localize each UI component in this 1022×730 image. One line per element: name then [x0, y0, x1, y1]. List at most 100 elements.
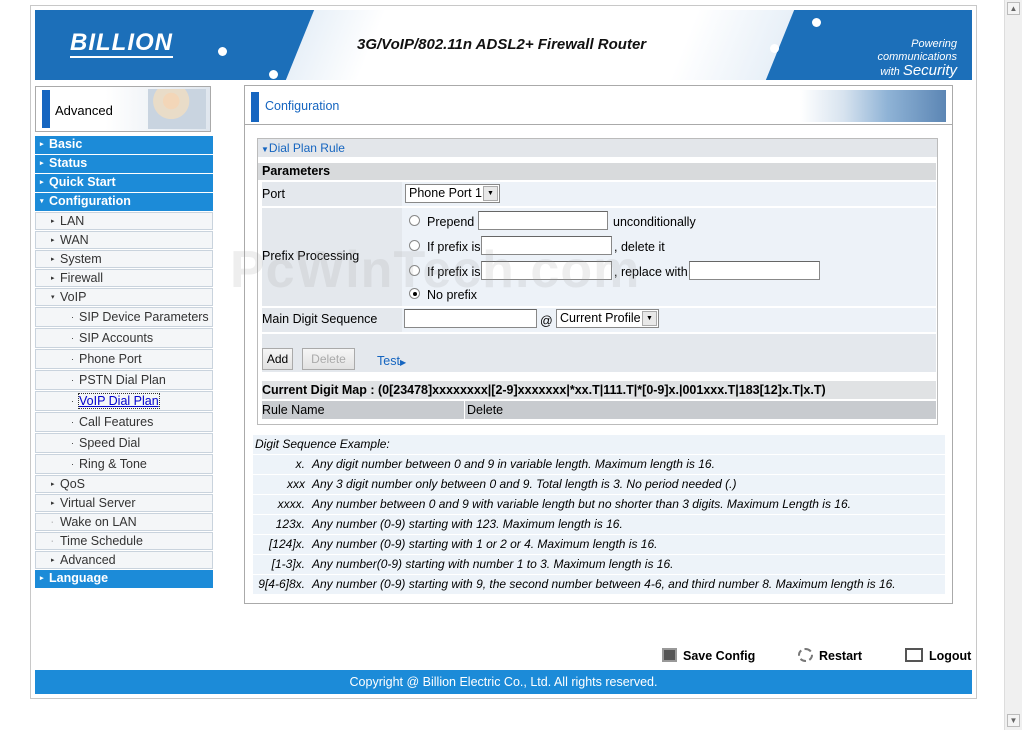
port-select[interactable]: Phone Port 1 ▼ — [405, 184, 500, 203]
sidebar-item-wan[interactable]: ▸ WAN — [35, 231, 213, 249]
prepend-label: Prepend — [427, 215, 475, 229]
accent-bar — [251, 92, 259, 122]
sidebar-item-firewall[interactable]: ▸ Firewall — [35, 269, 213, 287]
sidebar-item-language[interactable]: ▸ Language — [35, 570, 213, 588]
sidebar-item-voip[interactable]: ▾ VoIP — [35, 288, 213, 306]
sidebar-item-label: SIP Device Parameters — [79, 310, 209, 324]
prepend-radio[interactable] — [409, 215, 420, 226]
delete-it-label: , delete it — [614, 240, 665, 254]
section-header[interactable]: ▼Dial Plan Rule — [258, 139, 937, 157]
replace-with-input[interactable] — [689, 261, 820, 280]
advanced-label: Advanced — [55, 103, 113, 118]
nav-arrow-icon: · — [71, 459, 74, 469]
example-row: [1-3]x. Any number(0-9) starting with num… — [253, 555, 945, 574]
sidebar-item-basic[interactable]: ▸ Basic — [35, 136, 213, 154]
banner-dot-icon — [218, 47, 227, 56]
col-delete: Delete — [467, 403, 504, 417]
sidebar-item-sip-device-parameters[interactable]: · SIP Device Parameters — [35, 307, 213, 327]
logout-button[interactable]: Logout — [905, 648, 971, 663]
port-row: Port — [262, 182, 936, 206]
nav-arrow-icon: ▸ — [51, 481, 55, 488]
sidebar-item-sip-accounts[interactable]: · SIP Accounts — [35, 328, 213, 348]
example-description: Any number (0-9) starting with 123. Maxi… — [312, 517, 623, 531]
powering-tagline: Powering communications with Security — [847, 38, 957, 79]
nav-arrow-icon: ▸ — [51, 557, 55, 564]
example-row: xxx Any 3 digit number only between 0 and… — [253, 475, 945, 494]
banner-dot-icon — [770, 44, 779, 53]
restart-icon — [798, 648, 813, 662]
example-row: [124]x. Any number (0-9) starting with 1 … — [253, 535, 945, 554]
sidebar-item-label: Ring & Tone — [79, 457, 147, 471]
delete-prefix-radio[interactable] — [409, 240, 420, 251]
office-photo — [800, 90, 946, 122]
delete-button[interactable]: Delete — [302, 348, 355, 370]
sidebar-item-label: Speed Dial — [79, 436, 141, 450]
test-link[interactable]: Test▶ — [377, 354, 406, 368]
sidebar-item-phone-port[interactable]: · Phone Port — [35, 349, 213, 369]
logout-icon — [905, 648, 923, 662]
parameters-header: Parameters — [258, 163, 936, 180]
sidebar-item-wake-on-lan[interactable]: · Wake on LAN — [35, 513, 213, 531]
sidebar-item-label: Status — [49, 156, 88, 170]
sidebar-item-advanced[interactable]: ▸ Advanced — [35, 551, 213, 569]
sidebar-item-quick-start[interactable]: ▸ Quick Start — [35, 174, 213, 192]
floppy-disk-icon — [662, 648, 677, 662]
example-pattern: 123x. — [275, 517, 305, 531]
scroll-up-icon[interactable]: ▲ — [1007, 2, 1020, 15]
sidebar-item-label: SIP Accounts — [79, 331, 154, 345]
no-prefix-radio[interactable] — [409, 288, 420, 299]
nav-arrow-icon: ▸ — [40, 179, 44, 186]
save-config-button[interactable]: Save Config — [662, 648, 755, 663]
replace-prefix-radio[interactable] — [409, 265, 420, 276]
banner-dot-icon — [812, 18, 821, 27]
sidebar-item-time-schedule[interactable]: · Time Schedule — [35, 532, 213, 550]
example-pattern: 9[4-6]8x. — [258, 577, 305, 591]
nav-arrow-icon: · — [71, 375, 74, 385]
nav-arrow-icon: · — [51, 519, 54, 526]
example-pattern: xxx — [287, 477, 305, 491]
example-description: Any number(0-9) starting with number 1 t… — [312, 557, 674, 571]
footer: Copyright @ Billion Electric Co., Ltd. A… — [35, 670, 972, 694]
sidebar-item-qos[interactable]: ▸ QoS — [35, 475, 213, 493]
sidebar-item-ring-tone[interactable]: · Ring & Tone — [35, 454, 213, 474]
nav-arrow-icon: ▾ — [51, 294, 55, 301]
nav-arrow-icon: · — [71, 312, 74, 322]
sidebar-item-label: Time Schedule — [60, 534, 143, 548]
sidebar-item-label: Advanced — [60, 553, 116, 567]
rule-table-header: Rule Name Delete — [262, 401, 936, 419]
profile-select[interactable]: Current Profile ▼ — [556, 309, 659, 328]
replace-prefix-input[interactable] — [481, 261, 612, 280]
restart-button[interactable]: Restart — [798, 648, 862, 663]
sidebar-item-pstn-dial-plan[interactable]: · PSTN Dial Plan — [35, 370, 213, 390]
port-label: Port — [262, 187, 285, 201]
sidebar-item-status[interactable]: ▸ Status — [35, 155, 213, 173]
nav-arrow-icon: ▸ — [40, 141, 44, 148]
sidebar-item-system[interactable]: ▸ System — [35, 250, 213, 268]
nav-arrow-icon: · — [51, 538, 54, 545]
scroll-down-icon[interactable]: ▼ — [1007, 714, 1020, 727]
example-row: xxxx. Any number between 0 and 9 with var… — [253, 495, 945, 514]
prepend-input[interactable] — [478, 211, 608, 230]
profile-value: Current Profile — [560, 311, 641, 325]
vertical-scrollbar[interactable]: ▲ ▼ — [1004, 0, 1022, 730]
sidebar-item-virtual-server[interactable]: ▸ Virtual Server — [35, 494, 213, 512]
sidebar-item-lan[interactable]: ▸ LAN — [35, 212, 213, 230]
sidebar-item-configuration[interactable]: ▾ Configuration — [35, 193, 213, 211]
sidebar-item-voip-dial-plan[interactable]: · VoIP Dial Plan — [35, 391, 213, 411]
nav-arrow-icon: · — [71, 417, 74, 427]
tagline-with: with — [880, 66, 900, 78]
chevron-down-icon: ▼ — [483, 186, 498, 201]
delete-prefix-input[interactable] — [481, 236, 612, 255]
nav-arrow-icon: ▾ — [40, 198, 44, 205]
add-button[interactable]: Add — [262, 348, 293, 370]
sidebar-item-label: WAN — [60, 233, 89, 247]
nav-arrow-icon: ▸ — [51, 275, 55, 282]
sidebar-item-speed-dial[interactable]: · Speed Dial — [35, 433, 213, 453]
col-rule-name: Rule Name — [262, 403, 325, 417]
sidebar-item-label: VoIP — [60, 290, 87, 304]
nav-arrow-icon: ▸ — [51, 218, 55, 225]
sidebar-item-call-features[interactable]: · Call Features — [35, 412, 213, 432]
main-digit-input[interactable] — [404, 309, 537, 328]
sidebar-item-label: Configuration — [49, 194, 131, 208]
tagline-security: Security — [902, 62, 957, 79]
